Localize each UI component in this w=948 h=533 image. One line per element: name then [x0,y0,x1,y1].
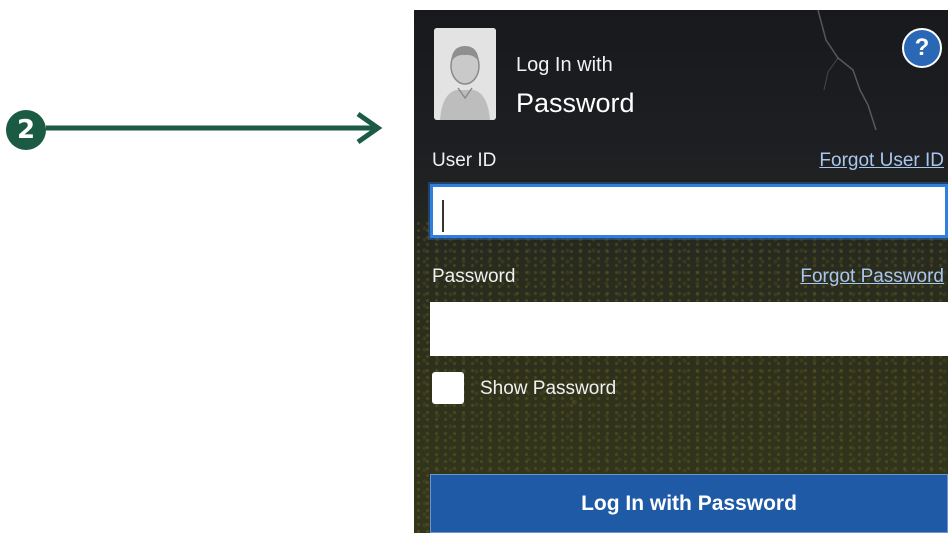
login-submit-button[interactable]: Log In with Password [430,474,948,533]
login-subtitle: Log In with [516,54,613,76]
login-panel: Log In with Password ? User ID Forgot Us… [414,10,948,533]
show-password-checkbox[interactable] [432,372,464,404]
password-input[interactable] [430,302,948,356]
user-silhouette-icon [434,28,496,120]
question-mark-icon: ? [914,34,930,61]
step-number: 2 [16,115,36,145]
password-label: Password [432,266,516,287]
show-password-label: Show Password [480,378,617,399]
forgot-password-link[interactable]: Forgot Password [800,266,944,288]
forgot-user-id-link[interactable]: Forgot User ID [819,150,944,172]
help-button[interactable]: ? [902,28,942,68]
user-id-label: User ID [432,150,497,171]
right-arrow-icon [46,111,383,145]
login-title: Password [516,88,635,118]
lightning-decoration [817,10,877,130]
text-cursor [442,200,444,232]
user-id-input[interactable] [430,184,948,238]
step-number-badge: 2 [6,110,46,150]
